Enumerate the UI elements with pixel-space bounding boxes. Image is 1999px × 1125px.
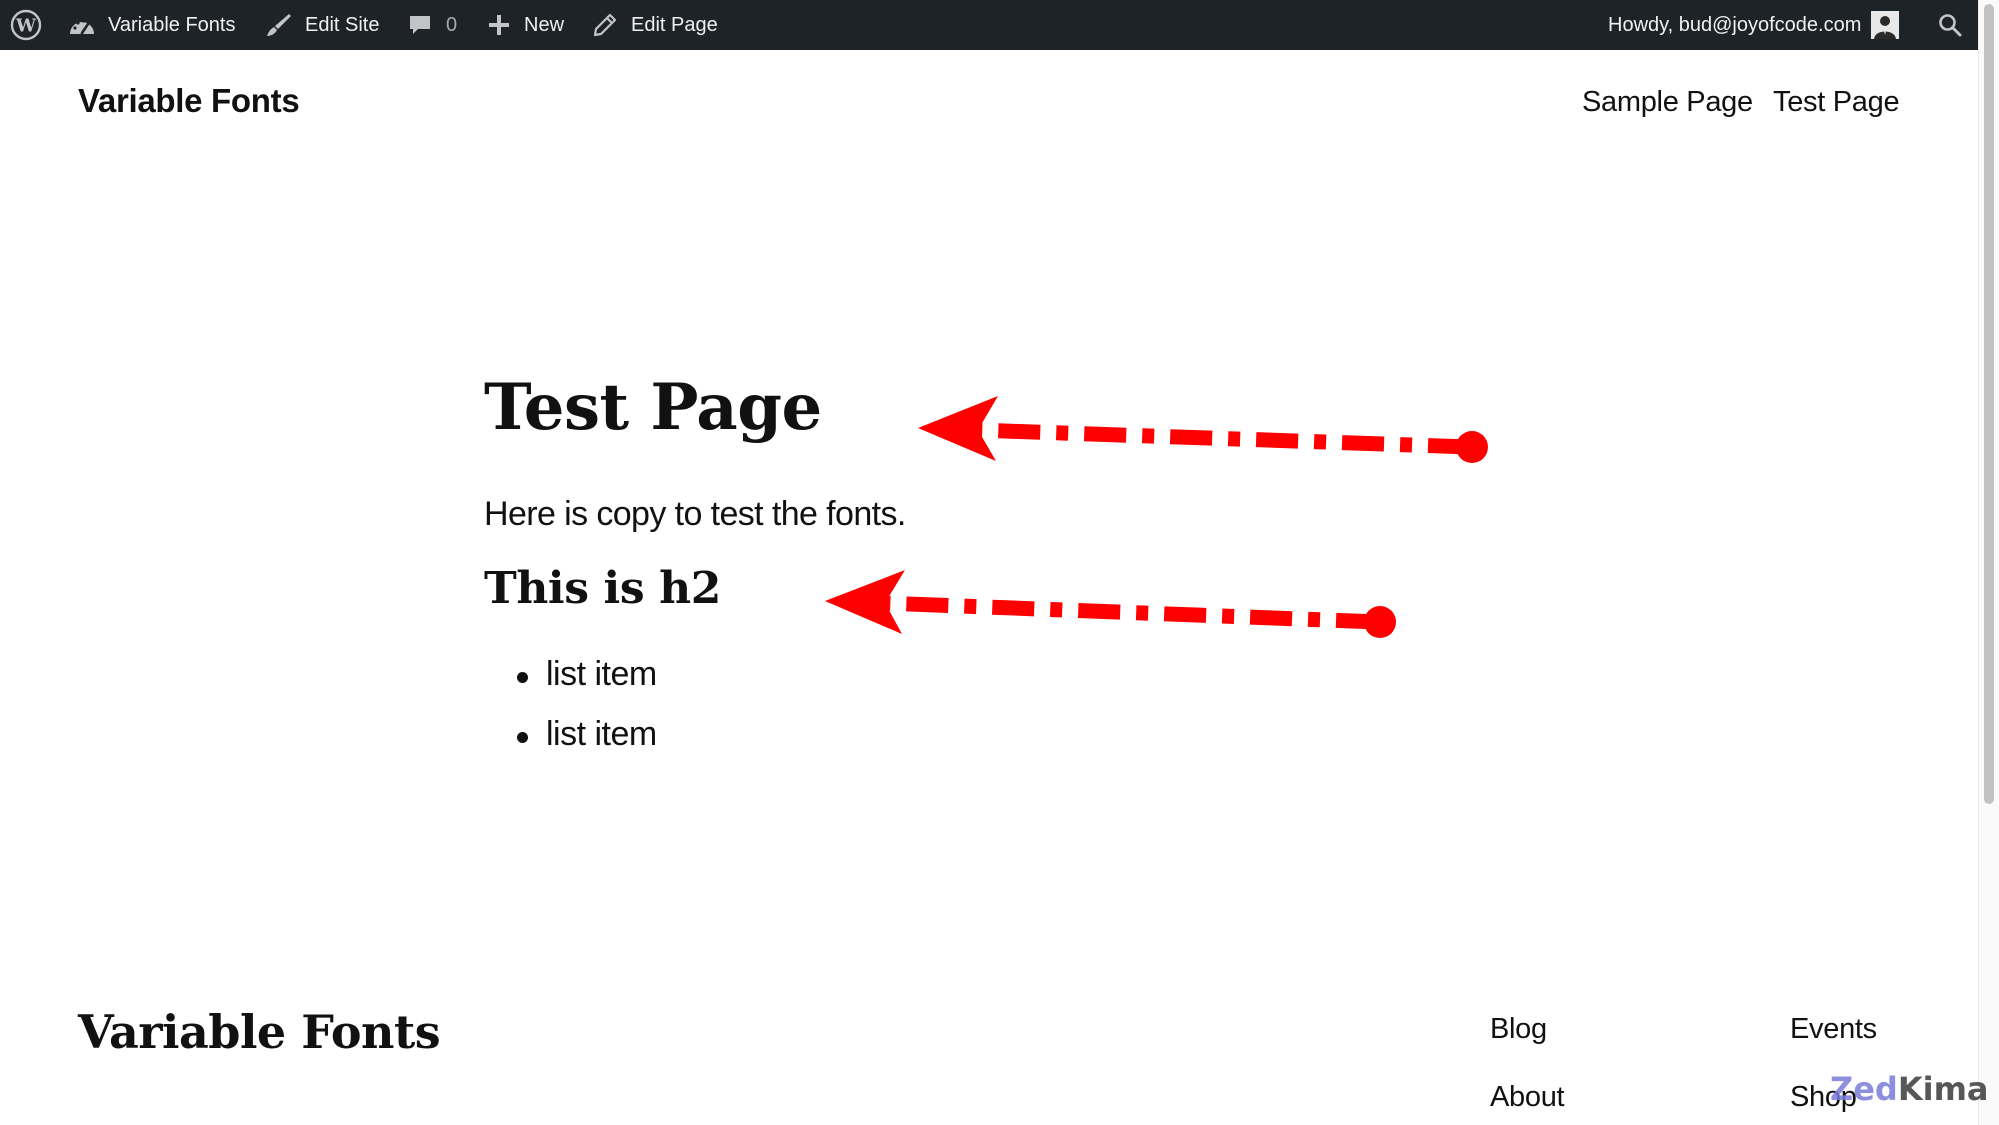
comments-count: 0 [446, 13, 458, 36]
list-item: list item [484, 655, 657, 715]
admin-bar: W Variable Fonts Edit Site 0 New Edit Pa… [0, 0, 1978, 50]
wordpress-logo-button[interactable]: W [10, 0, 42, 50]
footer-site-title[interactable]: Variable Fonts [78, 1005, 441, 1059]
dashboard-gauge-icon [70, 19, 94, 35]
edit-page-label: Edit Page [631, 13, 718, 36]
annotation-arrows [825, 396, 1488, 638]
new-content-label: New [524, 13, 565, 36]
list-item-text: list item [546, 655, 657, 693]
scrollbar-track[interactable] [1978, 0, 1999, 1125]
list-item-text: list item [546, 715, 657, 753]
search-icon [1939, 14, 1962, 37]
bullet-dot [517, 732, 528, 743]
bullet-dot [517, 672, 528, 683]
comments-button[interactable]: 0 [408, 0, 457, 50]
edit-page-button[interactable]: Edit Page [593, 0, 718, 50]
plus-icon [489, 15, 509, 35]
brush-icon [267, 14, 291, 36]
wordpress-logo-icon: W [10, 9, 42, 41]
admin-bar-site-name[interactable]: Variable Fonts [68, 0, 235, 50]
comment-bubble-icon [410, 16, 430, 34]
heading-h2: This is h2 [484, 563, 721, 614]
annotation-arrow-h2 [825, 570, 1396, 638]
howdy-label: Howdy, bud@joyofcode.com [1608, 13, 1862, 36]
admin-bar-site-name-label: Variable Fonts [108, 13, 236, 36]
footer-link-about[interactable]: About [1490, 1081, 1565, 1114]
edit-site-label: Edit Site [305, 13, 380, 36]
site-title-link[interactable]: Variable Fonts [78, 82, 300, 120]
avatar [1871, 11, 1900, 39]
scrollbar-thumb[interactable] [1984, 4, 1994, 804]
footer-link-blog[interactable]: Blog [1490, 1013, 1547, 1046]
body-paragraph: Here is copy to test the fonts. [484, 495, 906, 533]
svg-text:W: W [15, 16, 37, 37]
watermark-part-2: Kima [1897, 1070, 1989, 1108]
annotation-arrow-title [918, 396, 1488, 463]
page-title: Test Page [484, 370, 822, 445]
list-item: list item [484, 715, 657, 775]
bullet-list: list item list item [484, 655, 657, 775]
edit-site-button[interactable]: Edit Site [265, 0, 379, 50]
new-content-button[interactable]: New [488, 0, 564, 50]
my-account-menu[interactable]: Howdy, bud@joyofcode.com [1608, 0, 1900, 50]
pencil-icon [593, 13, 617, 37]
watermark-part-1: Zed [1830, 1070, 1898, 1108]
watermark: ZedKima [1830, 1070, 1989, 1108]
footer-link-events[interactable]: Events [1790, 1013, 1877, 1046]
nav-link-test-page[interactable]: Test Page [1773, 86, 1900, 119]
nav-link-sample-page[interactable]: Sample Page [1582, 86, 1753, 119]
admin-search-button[interactable] [1938, 0, 1962, 50]
